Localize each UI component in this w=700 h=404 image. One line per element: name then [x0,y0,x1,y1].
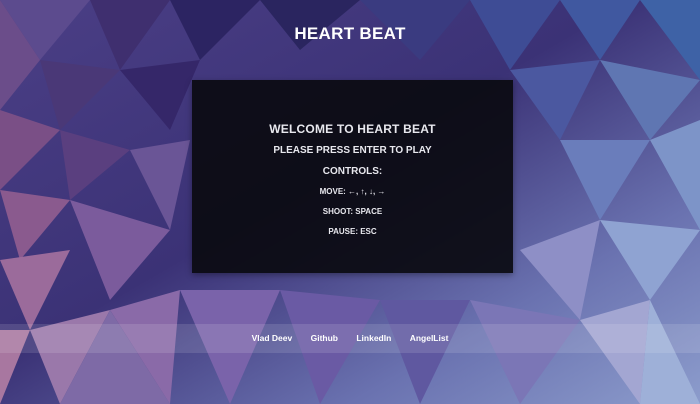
footer-link-github[interactable]: Github [311,333,338,343]
footer-link-linkedin[interactable]: LinkedIn [356,333,391,343]
press-enter-instruction: PLEASE PRESS ENTER TO PLAY [273,145,432,156]
app-title: HEART BEAT [294,24,406,43]
footer-link-angellist[interactable]: AngelList [410,333,449,343]
move-controls: MOVE: ←, ↑, ↓, → [319,187,386,196]
footer-link-vlad-deev[interactable]: Vlad Deev [252,333,293,343]
controls-heading: CONTROLS: [322,166,383,177]
footer-links: Vlad Deev Github LinkedIn AngelList [0,333,700,343]
welcome-heading: WELCOME TO HEART BEAT [269,122,436,136]
shoot-controls: SHOOT: SPACE [322,207,383,216]
footer-bar: Vlad Deev Github LinkedIn AngelList [0,324,700,353]
pause-controls: PAUSE: ESC [328,227,377,236]
welcome-panel: WELCOME TO HEART BEAT PLEASE PRESS ENTER… [192,80,513,273]
